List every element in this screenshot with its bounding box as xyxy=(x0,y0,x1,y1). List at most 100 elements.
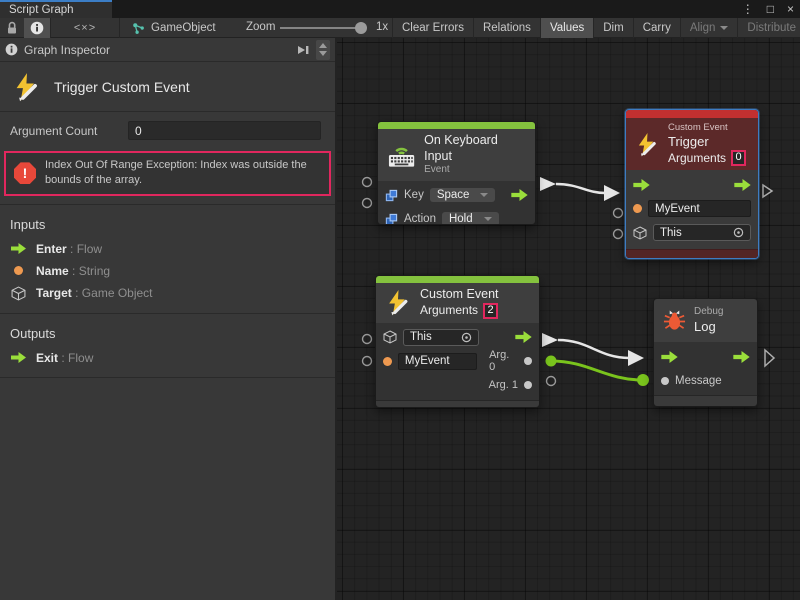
port-circle[interactable] xyxy=(614,230,623,239)
flow-wire xyxy=(558,340,629,358)
flow-input-arrow-icon[interactable] xyxy=(633,179,650,191)
chevron-down-icon xyxy=(319,51,327,56)
flow-output-arrow-icon[interactable] xyxy=(733,351,750,363)
port-circle[interactable] xyxy=(363,199,372,208)
arg1-port-icon[interactable] xyxy=(524,381,532,389)
gameobject-cube-icon[interactable] xyxy=(383,330,397,344)
menu-icon[interactable]: ⋮ xyxy=(742,0,754,18)
wire-start-arrow xyxy=(540,177,556,191)
gameobject-cube-icon[interactable] xyxy=(633,226,647,240)
zoom-slider-handle[interactable] xyxy=(355,22,367,34)
node-category: Debug xyxy=(694,306,723,319)
error-color-bar xyxy=(626,110,758,118)
flow-input-arrow-icon[interactable] xyxy=(661,351,678,363)
chevron-up-icon xyxy=(319,43,327,48)
port-circle[interactable] xyxy=(363,357,372,366)
node-title: Trigger xyxy=(668,134,746,150)
message-row: Message xyxy=(661,370,750,391)
graph-inspector-panel: Graph Inspector Trigger Custom Event Arg… xyxy=(0,38,337,600)
arg0-port-icon[interactable] xyxy=(524,357,532,365)
chevron-down-icon xyxy=(484,217,492,221)
key-label: Key xyxy=(404,189,424,201)
node-body: Key Space Action Hold xyxy=(378,181,535,225)
inspector-header: Graph Inspector xyxy=(0,38,335,62)
maximize-icon[interactable]: □ xyxy=(767,0,774,18)
arg1-row: Arg. 1 xyxy=(383,375,532,396)
flow-out-triangle[interactable] xyxy=(763,185,772,197)
node-trigger-custom-event[interactable]: Custom Event Trigger Arguments 0 MyEvent xyxy=(625,109,759,259)
selected-node-title-row: Trigger Custom Event xyxy=(0,62,335,112)
event-name-field[interactable]: MyEvent xyxy=(398,353,477,370)
port-circle[interactable] xyxy=(547,377,556,386)
gameobject-reference[interactable]: GameObject xyxy=(132,18,216,38)
gameobject-cube-icon xyxy=(11,286,26,301)
distribute-dropdown[interactable]: Distribute xyxy=(737,18,800,38)
node-header: On Keyboard Input Event xyxy=(378,129,535,181)
event-color-bar xyxy=(378,122,535,129)
flow-output-arrow-icon[interactable] xyxy=(515,331,532,343)
node-body: MyEvent This xyxy=(626,170,758,249)
target-dropdown[interactable]: This xyxy=(653,224,751,241)
values-button[interactable]: Values xyxy=(540,18,593,38)
flow-output-arrow-icon[interactable] xyxy=(734,179,751,191)
wire-end-arrow xyxy=(628,350,644,366)
relations-button[interactable]: Relations xyxy=(473,18,540,38)
lock-button[interactable] xyxy=(0,18,24,38)
message-port-icon[interactable] xyxy=(661,377,669,385)
panel-resize-stepper[interactable] xyxy=(316,40,330,60)
graph-canvas[interactable]: On Keyboard Input Event Key Space Action… xyxy=(337,38,800,600)
arguments-count-badge[interactable]: 2 xyxy=(483,303,498,319)
target-dropdown[interactable]: This xyxy=(403,329,479,346)
argument-count-row: Argument Count xyxy=(0,112,335,147)
lock-icon xyxy=(6,21,18,35)
string-port-icon[interactable] xyxy=(633,204,642,213)
outputs-section: Outputs Exit : Flow xyxy=(0,314,335,378)
string-port-icon xyxy=(14,266,23,275)
node-footer xyxy=(626,249,758,258)
event-name-row: MyEvent xyxy=(633,198,751,219)
inspector-toggle-button[interactable] xyxy=(24,18,50,38)
event-name-field[interactable]: MyEvent xyxy=(648,200,751,217)
node-on-keyboard-input[interactable]: On Keyboard Input Event Key Space Action… xyxy=(377,121,536,225)
port-circle[interactable] xyxy=(363,335,372,344)
info-icon xyxy=(5,43,18,56)
node-header: Custom Event Trigger Arguments 0 xyxy=(626,118,758,170)
keyboard-icon xyxy=(387,142,416,168)
port-circle[interactable] xyxy=(614,209,623,218)
flow-output-arrow-icon[interactable] xyxy=(511,189,528,201)
close-icon[interactable]: × xyxy=(787,0,794,18)
zoom-slider-track[interactable] xyxy=(280,27,364,29)
node-title: Log xyxy=(694,319,723,335)
tab-script-graph[interactable]: Script Graph xyxy=(0,0,112,18)
tab-bar: Script Graph ⋮ □ × xyxy=(0,0,800,18)
argument-count-input[interactable] xyxy=(128,121,321,140)
code-view-button[interactable]: <×> xyxy=(50,18,120,38)
arguments-count-badge[interactable]: 0 xyxy=(731,150,746,166)
action-label: Action xyxy=(404,213,436,225)
arg1-label: Arg. 1 xyxy=(489,379,518,391)
key-dropdown[interactable]: Space xyxy=(430,188,496,202)
custom-event-icon xyxy=(12,72,42,102)
unity-visual-scripting-window: Script Graph ⋮ □ × <×> GameObject Zoom 1… xyxy=(0,0,800,600)
flow-arrow-icon xyxy=(11,352,26,363)
dim-button[interactable]: Dim xyxy=(593,18,632,38)
flow-out-triangle[interactable] xyxy=(765,350,774,366)
info-icon xyxy=(30,21,44,35)
node-category: Custom Event xyxy=(668,122,746,134)
action-dropdown[interactable]: Hold xyxy=(442,212,499,225)
flow-wire xyxy=(556,184,605,193)
wire-start-arrow xyxy=(542,333,558,347)
zoom-value: 1x xyxy=(376,21,388,33)
node-title: On Keyboard Input xyxy=(424,133,526,164)
clear-errors-button[interactable]: Clear Errors xyxy=(392,18,473,38)
argument-count-label: Argument Count xyxy=(10,124,128,138)
dock-icon[interactable] xyxy=(296,44,310,56)
event-name-row: MyEvent Arg. 0 xyxy=(383,351,532,372)
align-dropdown[interactable]: Align xyxy=(680,18,738,38)
node-custom-event[interactable]: Custom Event Arguments 2 This xyxy=(375,275,540,408)
input-port-target: Target : Game Object xyxy=(0,282,335,305)
carry-button[interactable]: Carry xyxy=(633,18,680,38)
string-port-icon[interactable] xyxy=(383,357,392,366)
node-debug-log[interactable]: Debug Log Message xyxy=(653,298,758,407)
port-circle[interactable] xyxy=(363,178,372,187)
